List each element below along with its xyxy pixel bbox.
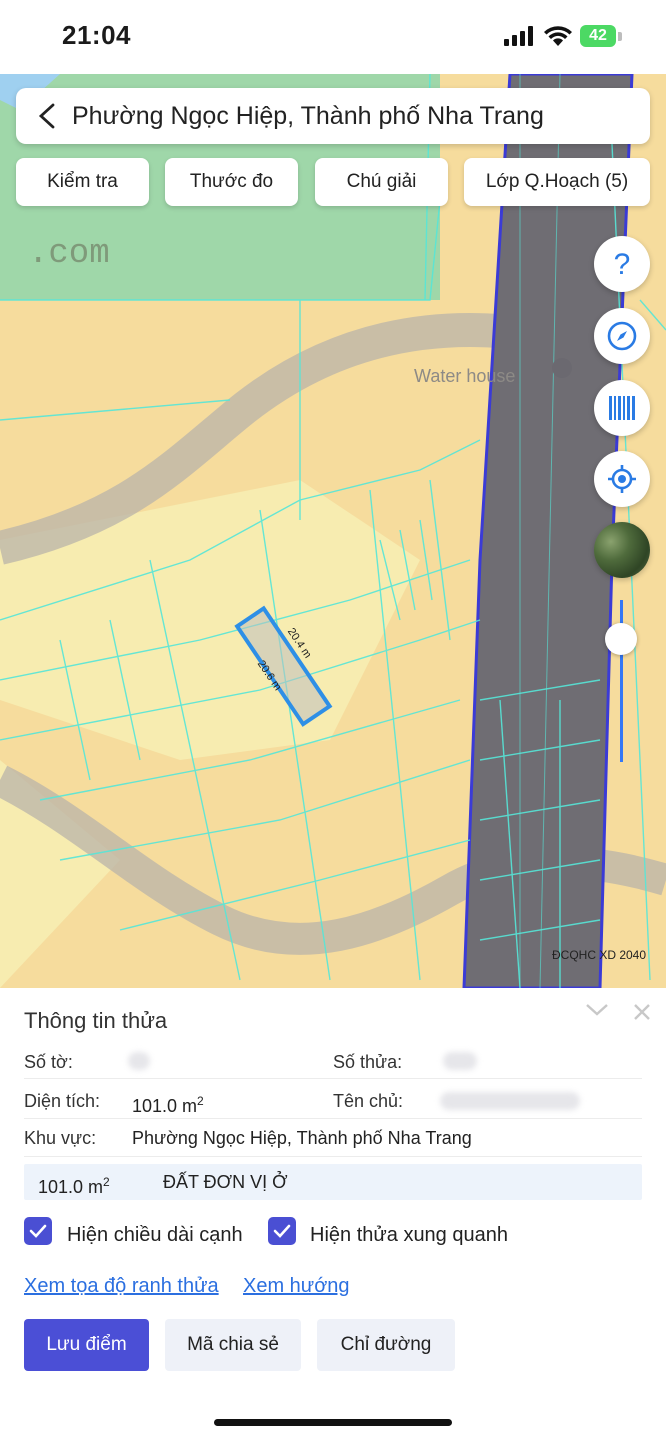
owner-label: Tên chủ: (333, 1091, 404, 1111)
check-button[interactable]: Kiểm tra (16, 158, 149, 206)
land-use-area: 101.0 m2 (38, 1175, 110, 1197)
legend-button[interactable]: Chú giải (315, 158, 448, 206)
poi-icon (552, 358, 572, 378)
view-coordinates-link[interactable]: Xem tọa độ ranh thửa (24, 1275, 219, 1298)
battery-indicator: 42 (580, 25, 616, 47)
owner-value-redacted (440, 1092, 580, 1110)
divider (24, 1118, 642, 1119)
satellite-layer-toggle[interactable] (594, 522, 650, 578)
svg-text:?: ? (614, 248, 631, 280)
chevron-down-icon[interactable] (585, 1002, 609, 1018)
show-neighbors-checkbox[interactable] (268, 1217, 296, 1245)
help-button[interactable]: ? (594, 236, 650, 292)
show-edge-length-label[interactable]: Hiện chiều dài cạnh (67, 1224, 243, 1247)
back-arrow-icon[interactable] (34, 102, 62, 130)
compass-button[interactable] (594, 308, 650, 364)
region-label: Khu vực: (24, 1128, 97, 1148)
planning-layers-button[interactable]: Lớp Q.Hoạch (5) (464, 158, 650, 206)
share-code-button[interactable]: Mã chia sẻ (165, 1319, 301, 1371)
barcode-icon (609, 396, 635, 420)
poi-label: Water house (414, 366, 515, 386)
home-indicator (214, 1419, 452, 1426)
cellular-signal-icon (504, 26, 533, 46)
status-bar: 21:04 42 (0, 0, 666, 74)
divider (24, 1078, 642, 1079)
my-location-button[interactable] (594, 451, 650, 507)
parcel-no-value-redacted (443, 1052, 477, 1070)
check-icon (29, 1224, 47, 1238)
header-bar: Phường Ngọc Hiệp, Thành phố Nha Trang (16, 88, 650, 144)
divider (24, 1156, 642, 1157)
land-use-type: ĐẤT ĐƠN VỊ Ở (163, 1172, 288, 1192)
parcel-no-label: Số thửa: (333, 1052, 403, 1072)
area-value: 101.0 m2 (132, 1094, 204, 1116)
battery-cap (618, 32, 622, 41)
zoom-slider-knob[interactable] (605, 623, 637, 655)
measure-button[interactable]: Thước đo (165, 158, 298, 206)
sheet-no-value-redacted (128, 1052, 150, 1070)
crosshair-icon (608, 465, 636, 493)
land-use-row (24, 1164, 642, 1200)
sheet-title: Thông tin thửa (24, 1008, 168, 1033)
map-source-label: ĐCQHC XD 2040 (552, 948, 647, 962)
status-time: 21:04 (62, 20, 131, 50)
save-point-button[interactable]: Lưu điểm (24, 1319, 149, 1371)
page-title: Phường Ngọc Hiệp, Thành phố Nha Trang (72, 102, 544, 130)
close-icon[interactable] (632, 1002, 652, 1022)
region-value: Phường Ngọc Hiệp, Thành phố Nha Trang (132, 1128, 472, 1148)
show-neighbors-label[interactable]: Hiện thửa xung quanh (310, 1224, 508, 1247)
directions-button[interactable]: Chỉ đường (317, 1319, 455, 1371)
map-canvas: .com Water house 20.4 m 20.6 m (0, 74, 666, 988)
compass-icon (607, 321, 637, 351)
question-icon: ? (614, 248, 631, 280)
check-icon (273, 1224, 291, 1238)
map-view[interactable]: .com Water house 20.4 m 20.6 m (0, 74, 666, 988)
show-edge-length-checkbox[interactable] (24, 1217, 52, 1245)
sheet-no-label: Số tờ: (24, 1052, 73, 1072)
area-label: Diện tích: (24, 1091, 101, 1111)
map-watermark: .com (28, 235, 110, 273)
wifi-icon (544, 26, 572, 46)
view-direction-link[interactable]: Xem hướng (243, 1275, 350, 1298)
barcode-button[interactable] (594, 380, 650, 436)
